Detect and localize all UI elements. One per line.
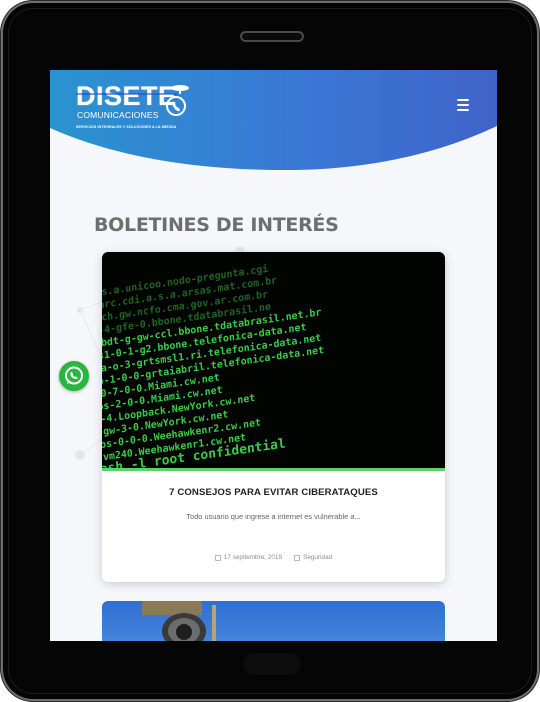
security-camera-image	[142, 601, 216, 641]
site-header: DISETE COMUNICACIONES SERVICIOS INTEGRAL…	[50, 70, 497, 170]
logo-tagline: SERVICIOS INTEGRALES Y SOLUCIONES A LA M…	[76, 125, 177, 129]
calendar-icon	[214, 554, 221, 561]
brand-logo[interactable]: DISETE COMUNICACIONES SERVICIOS INTEGRAL…	[76, 81, 226, 136]
post-category-text[interactable]: Seguridad	[303, 554, 332, 561]
section-title: BOLETINES DE INTERÉS	[94, 214, 339, 236]
tablet-bottom-bezel	[243, 653, 301, 675]
post-card[interactable]: cl.s.a.unicoo.nodo-pregunta.cgi nbarc.cdi…	[102, 252, 445, 582]
logo-subtitle: COMUNICACIONES	[77, 110, 159, 120]
folder-icon	[294, 554, 301, 561]
post-meta: 17 septiembre, 2019 Seguridad	[102, 554, 445, 561]
whatsapp-button[interactable]	[59, 361, 89, 391]
satellite-phone-icon	[166, 85, 189, 116]
whatsapp-icon	[65, 366, 83, 385]
web-page[interactable]: DISETE COMUNICACIONES SERVICIOS INTEGRAL…	[50, 70, 497, 641]
post-excerpt: Todo usuario que ingrese a internet es v…	[186, 512, 361, 521]
post-title[interactable]: 7 CONSEJOS PARA EVITAR CIBERATAQUES	[102, 487, 445, 498]
post-date: 17 septiembre, 2019	[214, 554, 283, 561]
terminal-screen-graphic: cl.s.a.unicoo.nodo-pregunta.cginbarc.cdi…	[102, 263, 324, 471]
post-image-terminal[interactable]: cl.s.a.unicoo.nodo-pregunta.cgi nbarc.cdi…	[102, 252, 445, 471]
hamburger-menu-icon[interactable]	[454, 97, 474, 113]
logo-wordmark: DISETE	[76, 81, 177, 111]
post-card-2[interactable]	[102, 601, 445, 641]
post-date-text: 17 septiembre, 2019	[223, 554, 283, 561]
tablet-speaker	[240, 31, 304, 42]
image-accent-bar	[102, 468, 445, 471]
post-category[interactable]: Seguridad	[294, 554, 332, 561]
tablet-frame: DISETE COMUNICACIONES SERVICIOS INTEGRAL…	[3, 3, 537, 699]
